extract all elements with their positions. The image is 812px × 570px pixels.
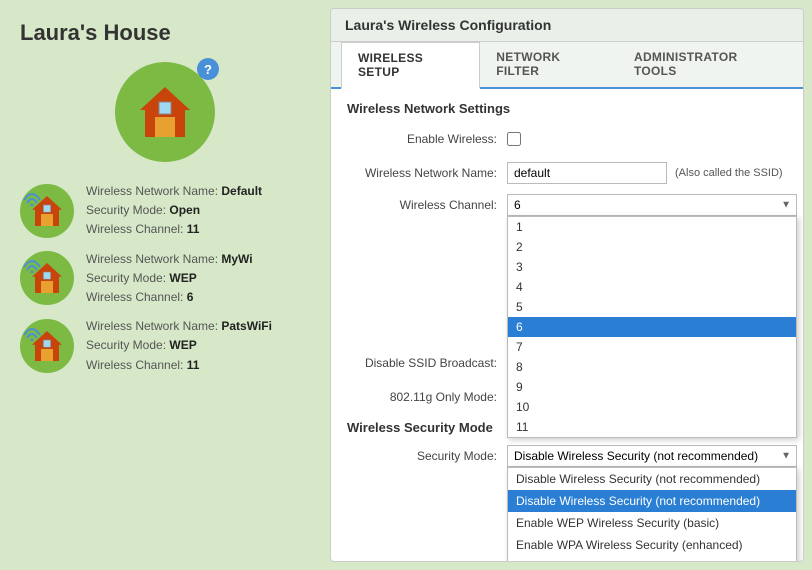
security-mode-control: Disable Wireless Security (not recommend… <box>507 445 797 467</box>
channel-option-7[interactable]: 7 <box>508 337 796 357</box>
channel-option-5[interactable]: 5 <box>508 297 796 317</box>
security-dropdown-selected[interactable]: Disable Wireless Security (not recommend… <box>507 445 797 467</box>
channel-option-3[interactable]: 3 <box>508 257 796 277</box>
security-chevron-down-icon: ▼ <box>781 451 791 462</box>
page-title: Laura's House <box>20 20 310 46</box>
disable-ssid-label: Disable SSID Broadcast: <box>347 356 507 370</box>
help-badge[interactable]: ? <box>197 58 219 80</box>
channel-option-9[interactable]: 9 <box>508 377 796 397</box>
security-option-3[interactable]: Enable WPA Wireless Security (enhanced) <box>508 534 796 556</box>
network-item-1: Wireless Network Name: MyWi Security Mod… <box>20 250 310 308</box>
mode-11g-label: 802.11g Only Mode: <box>347 390 507 404</box>
panel-title: Laura's Wireless Configuration <box>331 9 803 42</box>
channel-option-11[interactable]: 11 <box>508 417 796 437</box>
security-selected-value: Disable Wireless Security (not recommend… <box>514 449 758 463</box>
channel-dropdown-wrapper: 6 ▼ 1234567891011 <box>507 194 797 216</box>
network-item-2: Wireless Network Name: PatsWiFi Security… <box>20 317 310 375</box>
security-option-1[interactable]: Disable Wireless Security (not recommend… <box>508 490 796 512</box>
tab-network-filter[interactable]: NETWORK FILTER <box>480 42 618 87</box>
channel-dropdown-selected[interactable]: 6 ▼ <box>507 194 797 216</box>
channel-option-2[interactable]: 2 <box>508 237 796 257</box>
right-panel: Laura's Wireless Configuration WIRELESS … <box>330 8 804 562</box>
chevron-down-icon: ▼ <box>781 200 791 211</box>
security-option-4[interactable]: Enable WPA2 Wireless Security (enhanced) <box>508 556 796 561</box>
network-name-control: (Also called the SSID) <box>507 162 787 184</box>
channel-option-10[interactable]: 10 <box>508 397 796 417</box>
left-panel: Laura's House ? Wireless N <box>0 0 330 570</box>
network-settings-title: Wireless Network Settings <box>347 101 787 116</box>
channel-option-4[interactable]: 4 <box>508 277 796 297</box>
security-option-2[interactable]: Enable WEP Wireless Security (basic) <box>508 512 796 534</box>
wireless-channel-control: 6 ▼ 1234567891011 <box>507 194 797 216</box>
tab-wireless-setup[interactable]: WIRELESS SETUP <box>341 42 480 89</box>
network-name-label: Wireless Network Name: <box>347 166 507 180</box>
tabs-bar: WIRELESS SETUP NETWORK FILTER ADMINISTRA… <box>331 42 803 89</box>
network-list: Wireless Network Name: Default Security … <box>20 182 310 375</box>
channel-option-8[interactable]: 8 <box>508 357 796 377</box>
house-icon-container: ? <box>20 62 310 162</box>
tab-admin-tools[interactable]: ADMINISTRATOR TOOLS <box>618 42 793 87</box>
channel-option-1[interactable]: 1 <box>508 217 796 237</box>
ssid-note: (Also called the SSID) <box>675 167 783 179</box>
security-mode-row: Security Mode: Disable Wireless Security… <box>347 445 787 471</box>
security-option-0[interactable]: Disable Wireless Security (not recommend… <box>508 468 796 490</box>
house-icon <box>135 82 195 142</box>
wireless-channel-row: Wireless Channel: 6 ▼ 1234567891011 <box>347 194 787 220</box>
security-mode-label: Security Mode: <box>347 445 507 463</box>
enable-wireless-row: Enable Wireless: <box>347 126 787 152</box>
channel-dropdown-list: 1234567891011 <box>507 216 797 438</box>
network-icon-2 <box>20 319 74 373</box>
network-name-input[interactable] <box>507 162 667 184</box>
panel-content: Wireless Network Settings Enable Wireles… <box>331 89 803 561</box>
network-name-row: Wireless Network Name: (Also called the … <box>347 160 787 186</box>
network-item-0: Wireless Network Name: Default Security … <box>20 182 310 240</box>
enable-wireless-label: Enable Wireless: <box>347 132 507 146</box>
channel-option-6[interactable]: 6 <box>508 317 796 337</box>
wireless-channel-label: Wireless Channel: <box>347 194 507 212</box>
security-dropdown-list: Disable Wireless Security (not recommend… <box>507 467 797 561</box>
network-info-1: Wireless Network Name: MyWi Security Mod… <box>86 250 253 308</box>
network-icon-1 <box>20 251 74 305</box>
network-icon-0 <box>20 184 74 238</box>
channel-selected-value: 6 <box>514 198 521 212</box>
house-circle: ? <box>115 62 215 162</box>
security-dropdown-wrapper: Disable Wireless Security (not recommend… <box>507 445 797 467</box>
enable-wireless-checkbox[interactable] <box>507 132 521 146</box>
network-info-2: Wireless Network Name: PatsWiFi Security… <box>86 317 272 375</box>
enable-wireless-control <box>507 132 787 146</box>
network-info-0: Wireless Network Name: Default Security … <box>86 182 262 240</box>
